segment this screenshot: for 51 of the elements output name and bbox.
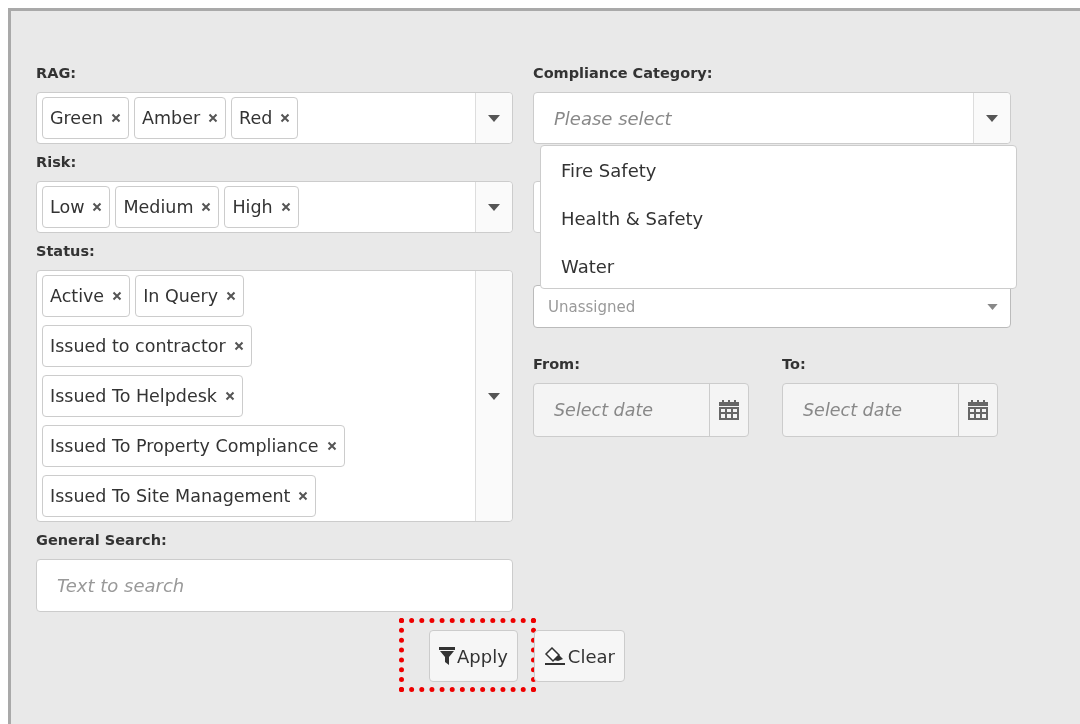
search-field[interactable]: Text to search bbox=[36, 559, 513, 612]
dropdown-option[interactable]: Water bbox=[561, 253, 615, 281]
placeholder-text: Please select bbox=[553, 107, 673, 129]
remove-icon[interactable] bbox=[298, 491, 309, 501]
eraser-icon bbox=[543, 647, 566, 665]
field-label: Compliance Category: bbox=[533, 66, 713, 80]
apply-button[interactable]: Apply bbox=[429, 630, 518, 682]
caret-icon bbox=[986, 114, 998, 122]
dropdown-option[interactable]: Fire Safety bbox=[561, 157, 657, 185]
field-label: From: bbox=[533, 357, 580, 371]
remove-icon[interactable] bbox=[233, 341, 244, 351]
caret-icon bbox=[488, 392, 500, 400]
remove-icon[interactable] bbox=[201, 202, 212, 212]
field-label: Risk: bbox=[36, 155, 77, 169]
remove-icon[interactable] bbox=[280, 202, 291, 212]
caret-icon bbox=[488, 114, 500, 122]
multiselect-field[interactable]: Active In Query Issued to contractor Issued To Helpdesk Issued To Property Compliance Issued To Site Management bbox=[36, 270, 513, 522]
remove-icon[interactable] bbox=[280, 113, 291, 123]
tag-chip: Issued To Helpdesk bbox=[42, 375, 243, 417]
remove-icon[interactable] bbox=[112, 291, 123, 301]
clear-button[interactable]: Clear bbox=[533, 630, 625, 682]
tag-chip: Medium bbox=[115, 186, 220, 228]
caret-icon bbox=[987, 303, 998, 310]
tag-chip: Low bbox=[42, 186, 111, 228]
filter-icon bbox=[439, 647, 455, 665]
calendar-icon[interactable] bbox=[967, 399, 989, 421]
remove-icon[interactable] bbox=[326, 441, 337, 451]
caret-icon bbox=[488, 203, 500, 211]
multiselect-field[interactable]: Low Medium High bbox=[36, 181, 513, 233]
tag-chip: In Query bbox=[135, 275, 245, 317]
remove-icon[interactable] bbox=[92, 202, 103, 212]
tag-chip: Amber bbox=[134, 97, 227, 139]
tag-chip: Issued To Site Management bbox=[42, 475, 317, 517]
tag-chip: Issued to contractor bbox=[42, 325, 252, 367]
remove-icon[interactable] bbox=[111, 113, 121, 123]
tag-chip: Green bbox=[42, 97, 129, 139]
remove-icon[interactable] bbox=[226, 291, 237, 301]
dropdown-option[interactable]: Health & Safety bbox=[561, 205, 704, 233]
tag-chip: Red bbox=[231, 97, 299, 139]
remove-icon[interactable] bbox=[208, 113, 219, 123]
field-label: RAG: bbox=[36, 66, 77, 80]
tag-chip: Issued To Property Compliance bbox=[42, 425, 345, 467]
field-label: To: bbox=[782, 357, 806, 371]
multiselect-field[interactable]: Green Amber Red bbox=[36, 92, 513, 144]
field-label: Status: bbox=[36, 244, 95, 258]
calendar-icon[interactable] bbox=[718, 399, 740, 421]
remove-icon[interactable] bbox=[224, 391, 235, 401]
field-label: General Search: bbox=[36, 533, 167, 547]
select-field[interactable]: Please select bbox=[533, 92, 1011, 144]
tag-chip: High bbox=[224, 186, 299, 228]
tag-chip: Active bbox=[42, 275, 131, 317]
